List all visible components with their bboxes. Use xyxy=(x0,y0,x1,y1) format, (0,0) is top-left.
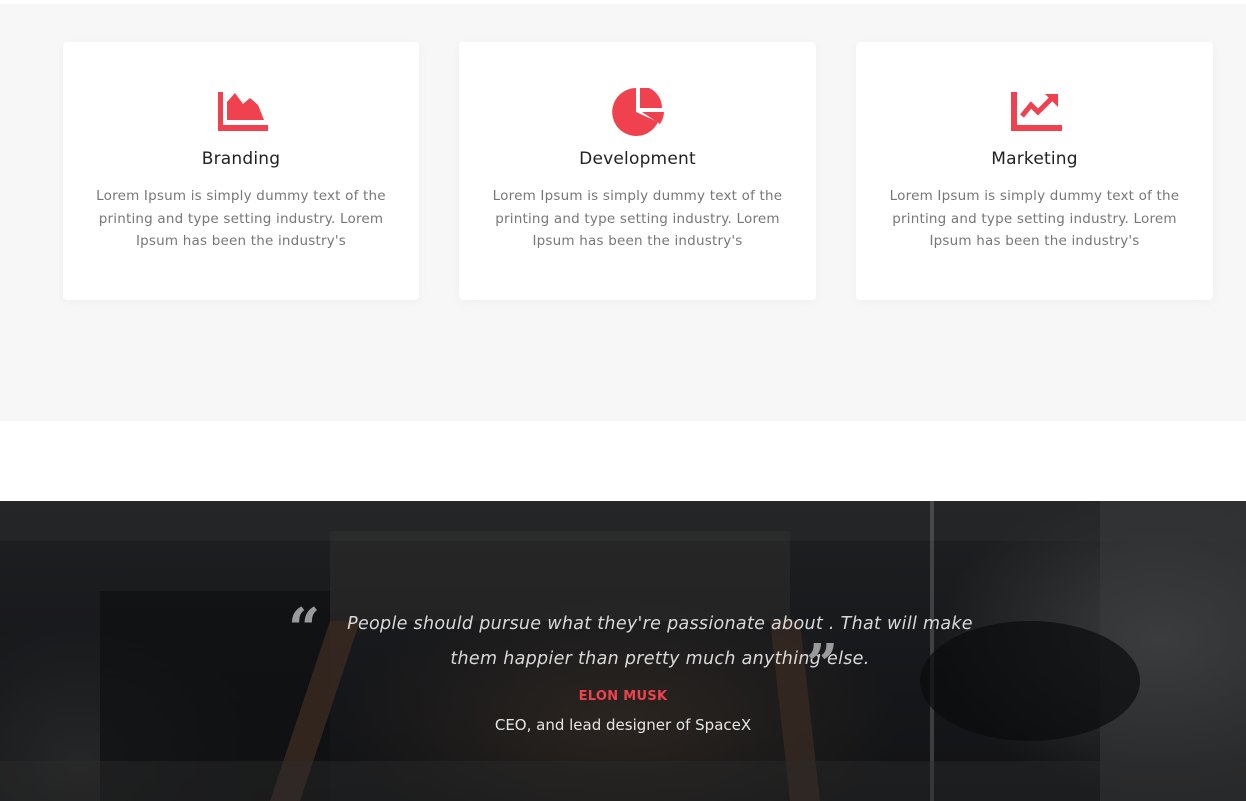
area-chart-icon xyxy=(213,88,269,136)
card-description: Lorem Ipsum is simply dummy text of the … xyxy=(96,188,386,249)
card-description: Lorem Ipsum is simply dummy text of the … xyxy=(492,188,783,249)
open-quote-icon: “ xyxy=(288,596,321,662)
author-name: ELON MUSK xyxy=(578,689,668,704)
card-title: Development xyxy=(579,149,696,169)
line-chart-icon xyxy=(1007,88,1063,136)
author-role: CEO, and lead designer of SpaceX xyxy=(494,716,752,734)
service-card-development: Development Lorem Ipsum is simply dummy … xyxy=(459,42,816,300)
close-quote-icon: ” xyxy=(806,632,839,698)
card-description: Lorem Ipsum is simply dummy text of the … xyxy=(889,188,1180,249)
testimonial-section: “ People should pursue what they're pass… xyxy=(0,501,1246,801)
service-card-branding: Branding Lorem Ipsum is simply dummy tex… xyxy=(63,42,419,300)
services-section: Branding Lorem Ipsum is simply dummy tex… xyxy=(0,4,1246,421)
pie-chart-icon xyxy=(610,88,666,136)
card-title: Branding xyxy=(201,149,281,169)
card-title: Marketing xyxy=(991,149,1078,169)
quote-text: People should pursue what they're passio… xyxy=(347,614,973,669)
service-card-marketing: Marketing Lorem Ipsum is simply dummy te… xyxy=(856,42,1213,300)
